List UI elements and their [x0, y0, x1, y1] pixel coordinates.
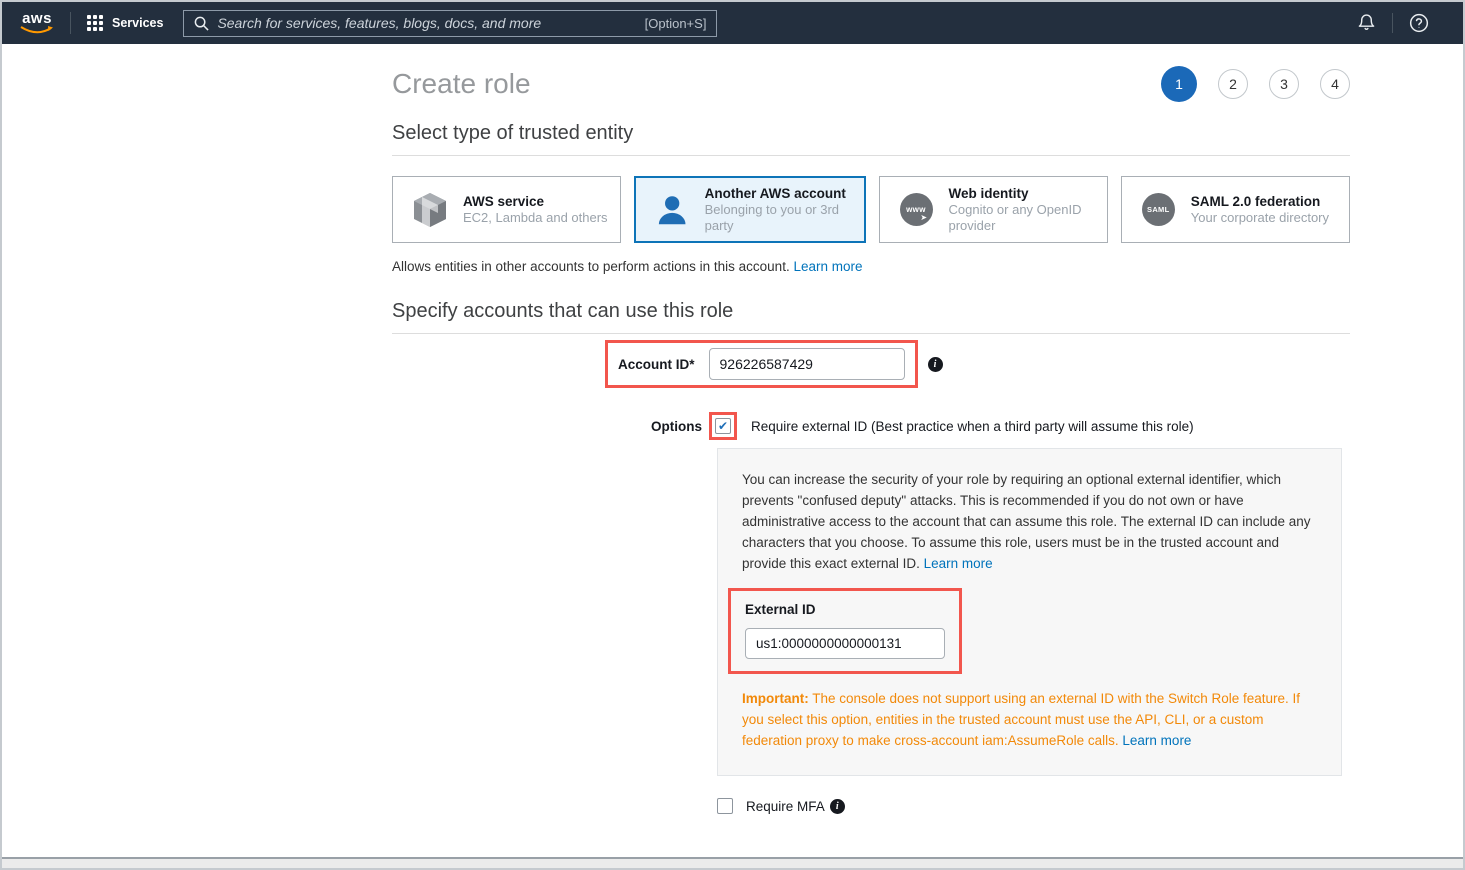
card-title: AWS service [463, 193, 608, 210]
annotation-box-external-id-field: External ID [728, 588, 962, 674]
external-id-label: External ID [745, 602, 816, 617]
card-subtitle: EC2, Lambda and others [463, 210, 608, 226]
main-content: Create role 1 2 3 4 Select type of trust… [392, 44, 1350, 870]
info-icon[interactable]: i [830, 799, 845, 814]
services-label: Services [112, 16, 163, 30]
page-title: Create role [392, 68, 531, 100]
card-title: SAML 2.0 federation [1191, 193, 1329, 210]
card-subtitle: Cognito or any OpenID provider [949, 202, 1107, 234]
require-mfa-label: Require MFA [746, 799, 825, 814]
require-external-id-checkbox[interactable]: ✔ [715, 418, 731, 434]
search-shortcut-hint: [Option+S] [645, 16, 707, 31]
aws-smile-swoosh-icon [20, 26, 54, 35]
nav-divider [70, 12, 71, 34]
cursor-icon: ➤ [920, 213, 927, 222]
notifications-bell-icon[interactable] [1341, 13, 1392, 33]
account-id-label: Account ID* [618, 357, 695, 372]
window-bottom-edge [2, 857, 1463, 868]
learn-more-link[interactable]: Learn more [793, 259, 862, 274]
card-subtitle: Belonging to you or 3rd party [705, 202, 864, 234]
options-label: Options [392, 419, 702, 434]
cube-icon [413, 192, 447, 228]
require-mfa-row: Require MFA i [717, 798, 1350, 814]
external-id-panel: You can increase the security of your ro… [717, 448, 1342, 776]
services-grid-icon [87, 15, 103, 31]
card-another-aws-account[interactable]: Another AWS account Belonging to you or … [634, 176, 865, 243]
www-icon: www ➤ [900, 193, 933, 226]
top-navigation-bar: aws Services [Option+S] [2, 2, 1463, 44]
card-aws-service[interactable]: AWS service EC2, Lambda and others [392, 176, 621, 243]
card-web-identity[interactable]: www ➤ Web identity Cognito or any OpenID… [879, 176, 1108, 243]
options-row: Options ✔ Require external ID (Best prac… [392, 412, 1350, 440]
services-menu-button[interactable]: Services [87, 15, 163, 31]
card-title: Web identity [949, 185, 1107, 202]
require-mfa-checkbox[interactable] [717, 798, 733, 814]
aws-console-window: aws Services [Option+S] [0, 0, 1465, 870]
search-input[interactable] [217, 15, 644, 31]
trusted-entity-cards: AWS service EC2, Lambda and others Anoth… [392, 176, 1350, 243]
specify-accounts-heading: Specify accounts that can use this role [392, 300, 1350, 334]
global-search-box[interactable]: [Option+S] [183, 10, 717, 37]
wizard-step-4[interactable]: 4 [1320, 69, 1350, 99]
saml-icon: SAML [1142, 193, 1175, 226]
account-id-input[interactable] [709, 348, 905, 380]
aws-logo-text: aws [22, 12, 52, 26]
learn-more-link[interactable]: Learn more [924, 556, 993, 571]
trusted-entity-heading: Select type of trusted entity [392, 122, 1350, 156]
wizard-step-1[interactable]: 1 [1161, 66, 1197, 102]
account-id-row: Account ID* i [392, 340, 1350, 388]
card-title: Another AWS account [705, 185, 864, 202]
annotation-box-account-id: Account ID* [605, 340, 918, 388]
external-id-description: You can increase the security of your ro… [742, 469, 1317, 574]
external-id-input[interactable] [745, 628, 945, 659]
wizard-step-3[interactable]: 3 [1269, 69, 1299, 99]
learn-more-link[interactable]: Learn more [1122, 733, 1191, 748]
person-icon [656, 193, 688, 227]
search-icon [194, 16, 209, 31]
important-warning: Important: The console does not support … [742, 688, 1317, 751]
card-subtitle: Your corporate directory [1191, 210, 1329, 226]
aws-logo[interactable]: aws [20, 12, 54, 35]
wizard-step-2[interactable]: 2 [1218, 69, 1248, 99]
annotation-box-external-id-checkbox: ✔ [709, 412, 737, 440]
check-icon: ✔ [718, 420, 728, 432]
require-external-id-label: Require external ID (Best practice when … [751, 419, 1194, 434]
wizard-steps: 1 2 3 4 [1161, 66, 1350, 102]
important-label: Important: [742, 691, 809, 706]
help-icon[interactable] [1393, 13, 1445, 33]
trusted-entity-description: Allows entities in other accounts to per… [392, 259, 1350, 274]
info-icon[interactable]: i [928, 357, 943, 372]
card-saml-federation[interactable]: SAML SAML 2.0 federation Your corporate … [1121, 176, 1350, 243]
nav-right-group [1341, 13, 1445, 33]
